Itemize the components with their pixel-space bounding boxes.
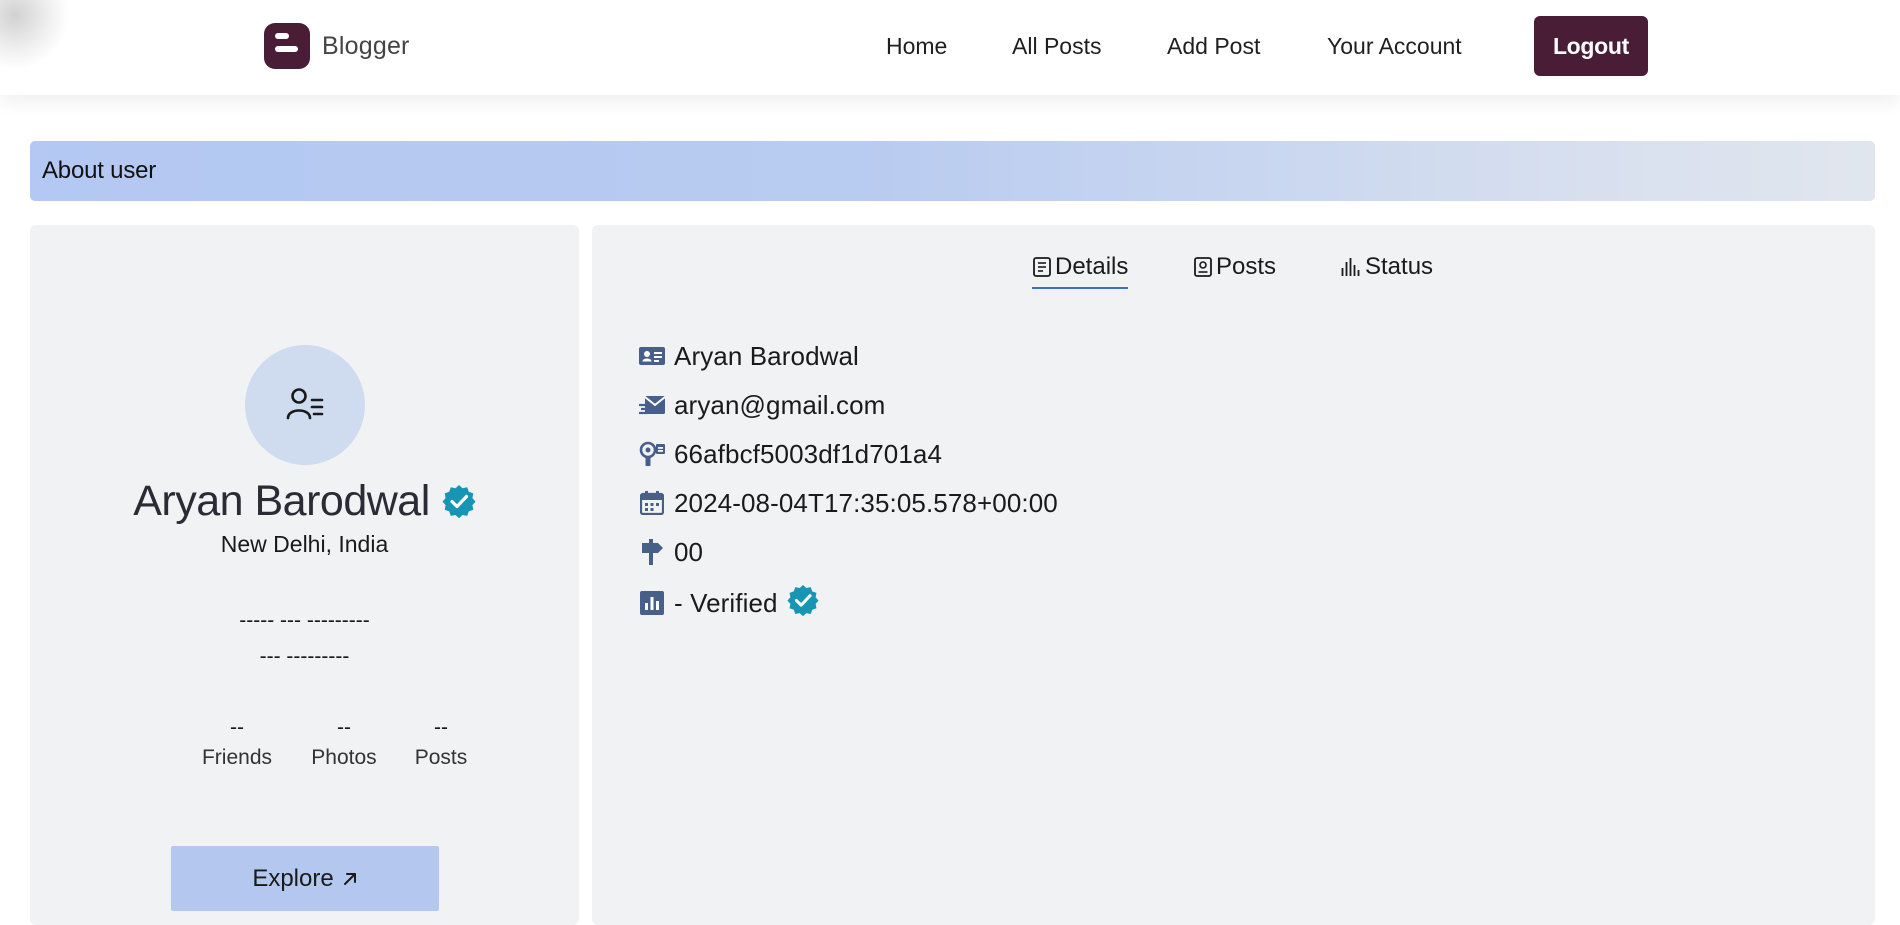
detail-date-row: 2024-08-04T17:35:05.578+00:00 [639,485,1058,521]
arrow-up-right-icon [343,872,356,885]
profile-bio: ----- --- --------- --- --------- [30,603,579,675]
user-id-badge-icon [639,441,665,466]
bar-chart-icon [1341,258,1360,276]
profile-card: Aryan Barodwal New Delhi, India ----- --… [30,225,579,925]
detail-posts-row: 00 [639,534,703,570]
verified-badge-icon [787,584,819,616]
detail-status: - Verified [674,587,778,618]
detail-name-row: Aryan Barodwal [639,338,859,374]
nav-home-link[interactable]: Home [886,16,947,76]
about-user-title: About user [42,157,157,184]
stats-chart-icon [640,591,664,615]
profile-tabs: Details Posts Status [592,247,1875,292]
detail-created-at: 2024-08-04T17:35:05.578+00:00 [674,487,1058,518]
main-nav: Home All Posts Add Post Your Account Log… [0,16,1900,76]
logout-button[interactable]: Logout [1534,16,1648,76]
detail-posts-count: 00 [674,536,704,567]
stat-posts: -- Posts [386,713,496,773]
calendar-icon [640,491,664,515]
stat-value: -- [434,716,448,739]
detail-email: aryan@gmail.com [674,389,886,420]
nav-add-post-link[interactable]: Add Post [1167,16,1260,76]
explore-button[interactable]: Explore [171,846,439,911]
avatar [245,345,365,465]
stat-friends: -- Friends [182,713,292,773]
mail-send-icon [639,396,665,415]
nav-your-account-link[interactable]: Your Account [1327,16,1462,76]
tab-details[interactable]: Details [1032,247,1129,289]
detail-email-row: aryan@gmail.com [639,387,885,423]
detail-user-id: 66afbcf5003df1d701a4 [674,438,943,469]
tab-label: Posts [1216,253,1277,280]
bio-line: --- --------- [259,645,350,668]
tab-label: Status [1365,253,1434,280]
portrait-icon [1194,257,1212,277]
id-card-icon [639,347,665,365]
profile-name-row: Aryan Barodwal [30,471,579,531]
explore-label: Explore [252,864,334,892]
details-card: Details Posts Status Aryan Barodwal arya… [592,225,1875,925]
about-user-bar: About user [30,141,1875,201]
detail-name: Aryan Barodwal [674,340,859,371]
stat-value: -- [337,716,351,739]
verified-badge-icon [442,485,476,518]
signpost-icon [642,539,663,565]
document-icon [1033,257,1051,277]
tab-posts[interactable]: Posts [1193,247,1276,287]
nav-all-posts-link[interactable]: All Posts [1012,16,1101,76]
profile-location: New Delhi, India [220,531,389,557]
detail-status-row: - Verified [639,584,819,621]
stat-label: Posts [414,746,468,769]
tab-label: Details [1055,253,1129,280]
stat-photos: -- Photos [289,713,399,773]
tab-status[interactable]: Status [1340,247,1433,287]
user-list-icon [286,388,324,420]
stat-label: Photos [311,746,377,769]
stat-value: -- [230,716,244,739]
detail-id-row: 66afbcf5003df1d701a4 [639,436,942,472]
top-navbar: Blogger Home All Posts Add Post Your Acc… [0,0,1900,95]
profile-name: Aryan Barodwal [133,476,430,525]
bio-line: ----- --- --------- [239,609,370,632]
stat-label: Friends [201,746,273,769]
